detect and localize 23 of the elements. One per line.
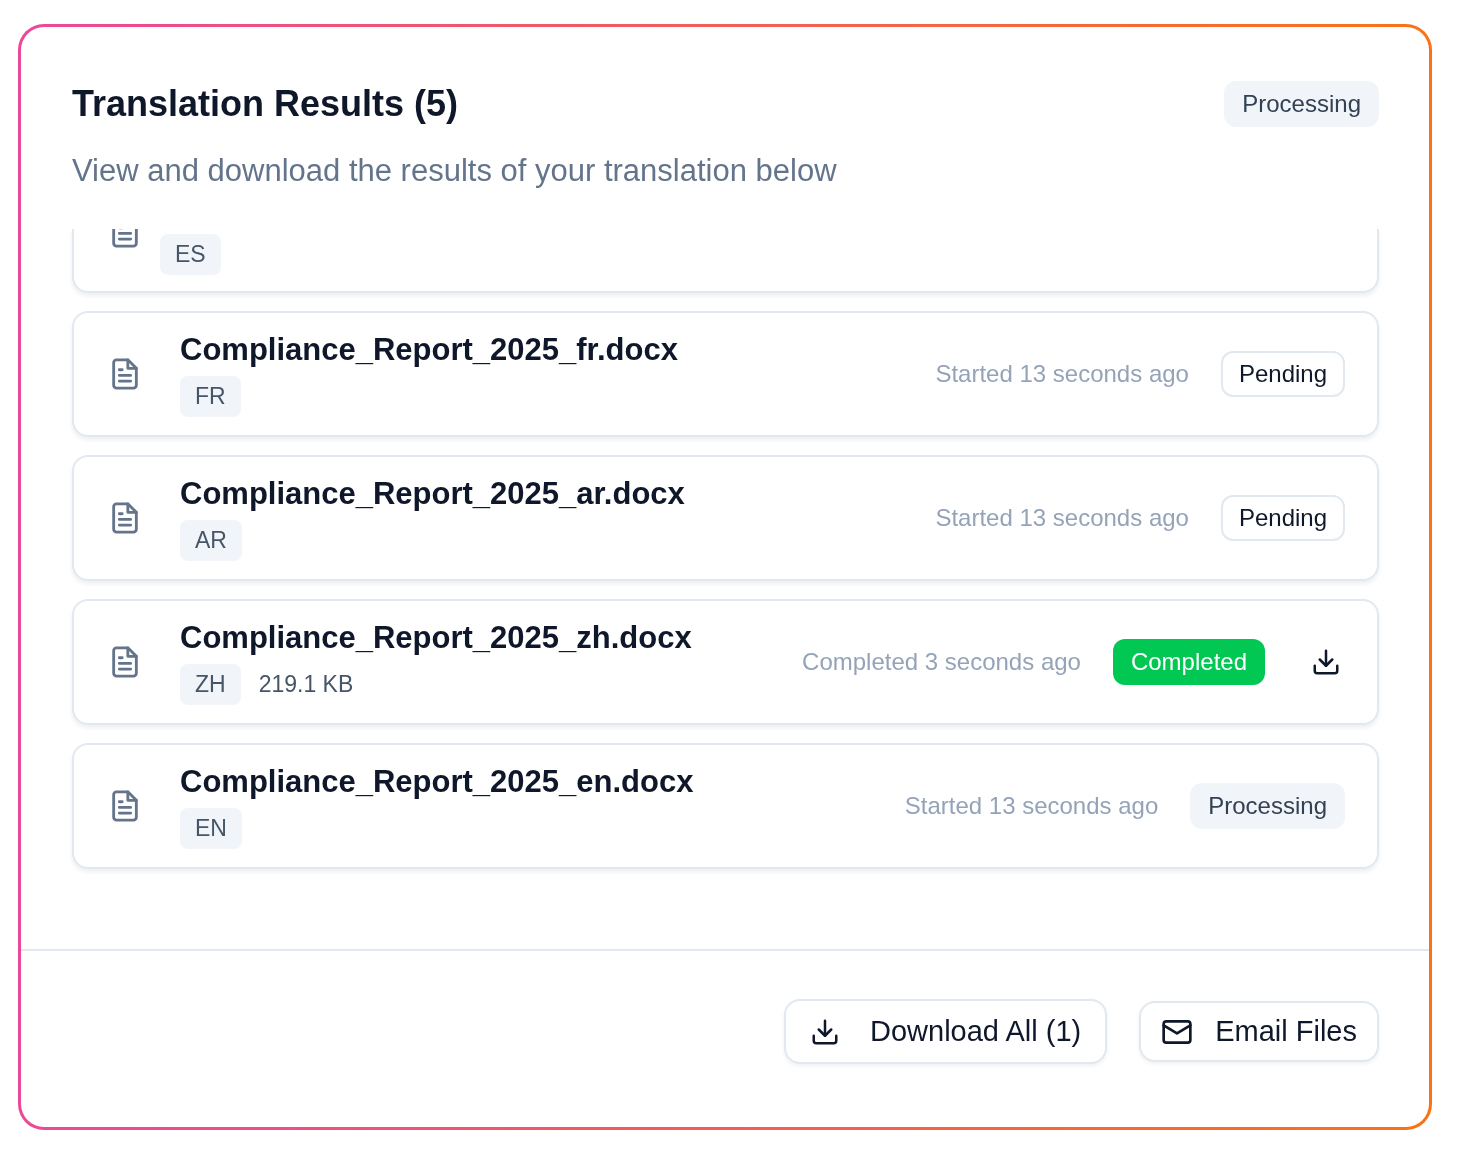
timestamp: Started 13 seconds ago (904, 792, 1159, 820)
language-tag: ES (160, 234, 221, 275)
status-badge: Processing (1190, 783, 1345, 829)
file-name: Compliance_Report_2025_fr.docx (180, 331, 679, 368)
status-badge: Completed (1112, 639, 1265, 685)
status-badge: Processing (1224, 81, 1379, 127)
timestamp: Started 13 seconds ago (935, 360, 1189, 388)
file-name: Compliance_Report_2025_en.docx (180, 763, 695, 800)
language-tag: ZH (180, 663, 241, 705)
timestamp: Started 13 seconds ago (935, 504, 1189, 532)
status-badge: Pending (1220, 351, 1345, 397)
panel-title: Translation Results (5) (72, 83, 459, 125)
file-size: 219.1 KB (258, 670, 354, 698)
language-tag: AR (180, 519, 242, 561)
language-tag: EN (180, 807, 242, 849)
file-name: Compliance_Report_2025_zh.docx (180, 619, 693, 656)
download-all-button[interactable]: Download All (1) (784, 999, 1108, 1064)
file-name: Compliance_Report_2025_ar.docx (180, 475, 686, 512)
email-files-button[interactable]: Email Files (1139, 1001, 1379, 1062)
status-badge: Pending (1220, 495, 1345, 541)
panel-subtitle: View and download the results of your translation below (72, 153, 838, 189)
timestamp: Completed 3 seconds ago (802, 648, 1081, 676)
language-tag: FR (180, 375, 241, 417)
